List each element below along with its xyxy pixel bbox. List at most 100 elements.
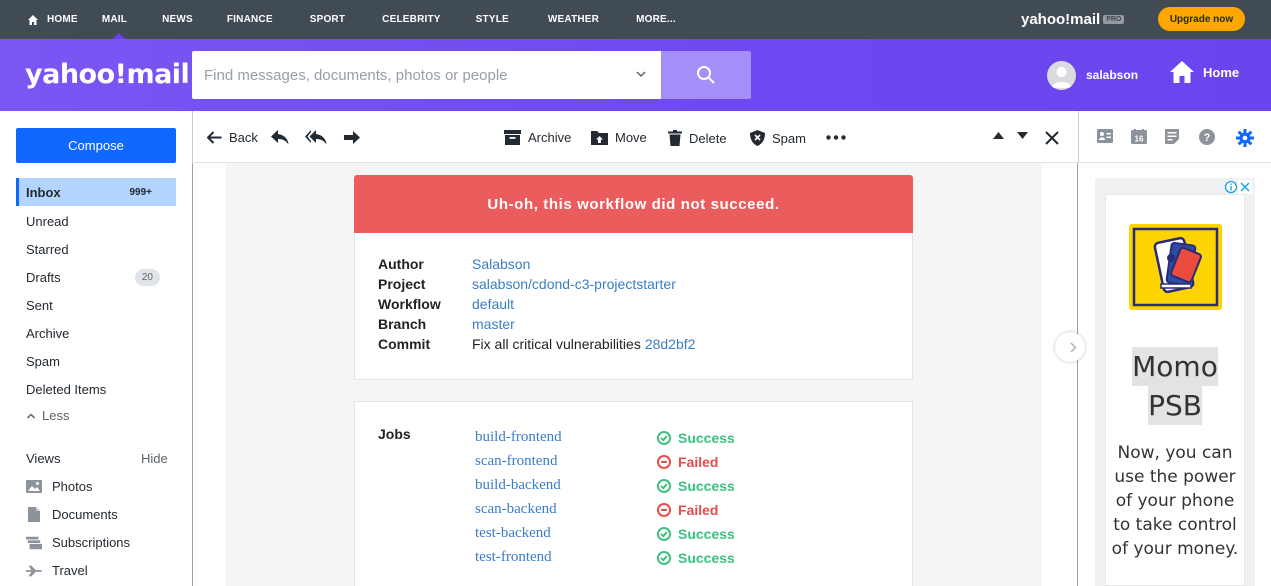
pro-badge: PRO: [1103, 15, 1125, 24]
less-toggle[interactable]: Less: [26, 408, 69, 423]
author-link[interactable]: Salabson: [472, 256, 530, 272]
username[interactable]: salabson: [1086, 68, 1138, 82]
folder-spam[interactable]: Spam: [16, 347, 176, 375]
failure-banner: Uh-oh, this workflow did not succeed.: [354, 175, 913, 233]
plane-icon: [26, 564, 42, 578]
view-documents[interactable]: Documents: [26, 507, 118, 522]
contacts-icon[interactable]: [1097, 129, 1113, 148]
help-icon[interactable]: ?: [1199, 129, 1215, 150]
yahoo-mail-pro-logo[interactable]: yahoo!mail PRO: [1021, 11, 1125, 28]
jobs-heading: Jobs: [378, 426, 411, 442]
view-photos[interactable]: Photos: [26, 479, 92, 494]
nav-home[interactable]: HOME: [0, 0, 95, 39]
branch-link[interactable]: master: [472, 316, 515, 332]
view-subscriptions[interactable]: Subscriptions: [26, 535, 130, 550]
previous-message-button[interactable]: [993, 132, 1004, 139]
caret-up-icon: [993, 132, 1004, 139]
home-button[interactable]: Home: [1169, 59, 1239, 85]
project-link[interactable]: salabson/cdond-c3-projectstarter: [472, 276, 676, 292]
job-link[interactable]: test-backend: [475, 525, 551, 542]
job-status: Failed: [657, 502, 718, 518]
job-link[interactable]: test-frontend: [475, 549, 552, 566]
nav-style[interactable]: STYLE: [458, 0, 526, 39]
job-link[interactable]: build-backend: [475, 477, 561, 494]
job-status: Success: [657, 478, 735, 494]
nav-finance[interactable]: FINANCE: [210, 0, 290, 39]
success-check-icon: [657, 551, 671, 565]
delete-button[interactable]: Delete: [668, 130, 727, 146]
close-message-button[interactable]: [1045, 131, 1059, 145]
settings-gear-icon[interactable]: [1236, 129, 1254, 152]
workflow-link[interactable]: default: [472, 296, 514, 312]
search-button[interactable]: [661, 51, 751, 99]
ad-title[interactable]: Momo PSB: [1105, 347, 1245, 425]
folder-deleted-items[interactable]: Deleted Items: [16, 375, 176, 403]
avatar[interactable]: [1047, 61, 1076, 90]
spam-button[interactable]: Spam: [750, 130, 806, 146]
job-link[interactable]: build-frontend: [475, 429, 562, 446]
more-actions-button[interactable]: [826, 135, 846, 140]
nav-news[interactable]: NEWS: [144, 0, 210, 39]
nav-sport[interactable]: SPORT: [290, 0, 362, 39]
reply-icon: [271, 130, 289, 145]
detail-row-commit: Commit Fix all critical vulnerabilities …: [378, 336, 696, 352]
nav-weather[interactable]: WEATHER: [526, 0, 616, 39]
forward-icon: [344, 131, 360, 144]
ad-body-text[interactable]: Now, you can use the power of your phone…: [1105, 441, 1245, 561]
message-toolbar: Back Archive Move Delete Spam: [192, 111, 1078, 163]
commit-message: Fix all critical vulnerabilities: [472, 336, 641, 352]
workflow-details-card: Author Salabson Project salabson/cdond-c…: [354, 233, 913, 380]
folder-drafts[interactable]: Drafts 20: [16, 263, 176, 291]
next-message-button[interactable]: [1017, 132, 1028, 139]
expand-rail-button[interactable]: [1055, 332, 1085, 362]
job-link[interactable]: scan-backend: [475, 501, 557, 518]
ad-close-icon[interactable]: [1238, 180, 1252, 194]
user-icon: [1051, 67, 1072, 88]
back-button[interactable]: Back: [207, 130, 258, 145]
commit-hash-link[interactable]: 28d2bf2: [645, 336, 696, 352]
reply-all-button[interactable]: [305, 130, 327, 145]
nav-celebrity[interactable]: CELEBRITY: [362, 0, 457, 39]
ad-info-icon[interactable]: [1224, 180, 1238, 194]
success-check-icon: [657, 479, 671, 493]
svg-text:16: 16: [1135, 135, 1144, 144]
failed-icon: [657, 455, 671, 469]
notepad-icon[interactable]: [1165, 129, 1179, 149]
folder-starred[interactable]: Starred: [16, 235, 176, 263]
nav-mail[interactable]: MAIL: [95, 0, 144, 39]
folder-sent[interactable]: Sent: [16, 291, 176, 319]
search-input[interactable]: [204, 66, 624, 84]
upgrade-now-button[interactable]: Upgrade now: [1158, 7, 1245, 31]
folder-archive[interactable]: Archive: [16, 319, 176, 347]
document-icon: [26, 507, 42, 522]
forward-button[interactable]: [343, 130, 361, 145]
yahoo-mail-logo[interactable]: yahoo!mail: [25, 59, 190, 90]
trash-icon: [668, 130, 682, 146]
home-icon: [1170, 61, 1194, 83]
hide-views-link[interactable]: Hide: [141, 451, 168, 466]
success-check-icon: [657, 431, 671, 445]
move-button[interactable]: Move: [591, 130, 647, 145]
job-status: Success: [657, 430, 735, 446]
job-link[interactable]: scan-frontend: [475, 453, 557, 470]
detail-row-project: Project salabson/cdond-c3-projectstarter: [378, 276, 676, 292]
reply-all-icon: [305, 130, 327, 145]
success-check-icon: [657, 527, 671, 541]
detail-row-workflow: Workflow default: [378, 296, 515, 312]
compose-button[interactable]: Compose: [16, 128, 176, 163]
home-icon: [28, 14, 38, 25]
calendar-icon[interactable]: 16: [1131, 129, 1147, 149]
chevron-down-icon[interactable]: [635, 68, 647, 80]
detail-row-branch: Branch master: [378, 316, 515, 332]
view-travel[interactable]: Travel: [26, 563, 88, 578]
ad-brand-logo[interactable]: [1129, 224, 1222, 310]
move-folder-icon: [591, 131, 608, 145]
mail-header: yahoo!mail salabson Home: [0, 39, 1271, 111]
job-status: Success: [657, 550, 735, 566]
archive-button[interactable]: Archive: [504, 130, 571, 145]
nav-more[interactable]: MORE...: [616, 0, 693, 39]
folder-inbox[interactable]: Inbox 999+: [16, 178, 176, 206]
reply-button[interactable]: [271, 130, 289, 145]
search-icon: [697, 66, 715, 84]
folder-unread[interactable]: Unread: [16, 207, 176, 235]
